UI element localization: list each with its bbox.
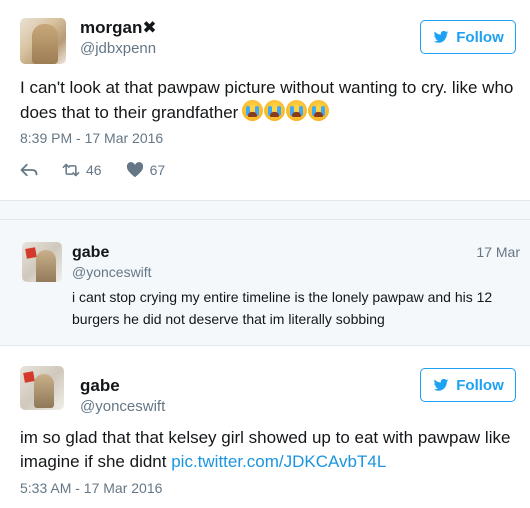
tweet-actions: 46 67 — [20, 162, 189, 178]
tweet-date[interactable]: 17 Mar — [476, 244, 520, 260]
tweet-text: i cant stop crying my entire timeline is… — [72, 289, 493, 327]
like-count: 67 — [149, 162, 166, 178]
avatar[interactable] — [20, 366, 64, 410]
user-handle[interactable]: @yonceswift — [72, 264, 152, 280]
tweet-gabe-reply[interactable]: gabe @yonceswift 17 Mar i cant stop cryi… — [0, 220, 530, 346]
heart-icon — [126, 162, 143, 178]
loudly-crying-face-icon — [286, 100, 308, 121]
loudly-crying-face-icon — [264, 100, 286, 121]
reply-icon — [20, 163, 38, 177]
display-name[interactable]: gabe — [72, 244, 109, 262]
follow-label: Follow — [456, 376, 504, 394]
retweet-button[interactable]: 46 — [62, 162, 102, 178]
follow-button[interactable]: Follow — [420, 20, 516, 54]
tweet-morgan: morgan✖ @jdbxpenn Follow I can't look at… — [0, 0, 530, 200]
avatar[interactable] — [22, 242, 62, 282]
user-handle[interactable]: @jdbxpenn — [80, 40, 156, 57]
reply-button[interactable] — [20, 162, 38, 178]
tweet-timestamp[interactable]: 5:33 AM - 17 Mar 2016 — [20, 480, 162, 496]
follow-label: Follow — [456, 28, 504, 46]
display-name[interactable]: gabe — [80, 376, 120, 396]
tweet-text: im so glad that that kelsey girl showed … — [20, 426, 520, 474]
media-link[interactable]: pic.twitter.com/JDKCAvbT4L — [171, 452, 386, 471]
loudly-crying-face-icon — [308, 100, 330, 121]
loudly-crying-face-icon — [242, 100, 264, 121]
retweet-count: 46 — [86, 162, 102, 178]
display-name[interactable]: morgan✖ — [80, 18, 157, 38]
follow-button[interactable]: Follow — [420, 368, 516, 402]
retweet-icon — [62, 163, 80, 177]
thread-divider — [0, 200, 530, 220]
avatar[interactable] — [20, 18, 66, 64]
tweet-text: I can't look at that pawpaw picture with… — [20, 76, 520, 125]
crying-emoji-group — [242, 100, 330, 121]
tweet-timestamp[interactable]: 8:39 PM - 17 Mar 2016 — [20, 130, 163, 146]
like-button[interactable]: 67 — [126, 162, 166, 178]
twitter-bird-icon — [433, 378, 449, 391]
twitter-bird-icon — [433, 30, 449, 43]
user-handle[interactable]: @yonceswift — [80, 398, 165, 415]
